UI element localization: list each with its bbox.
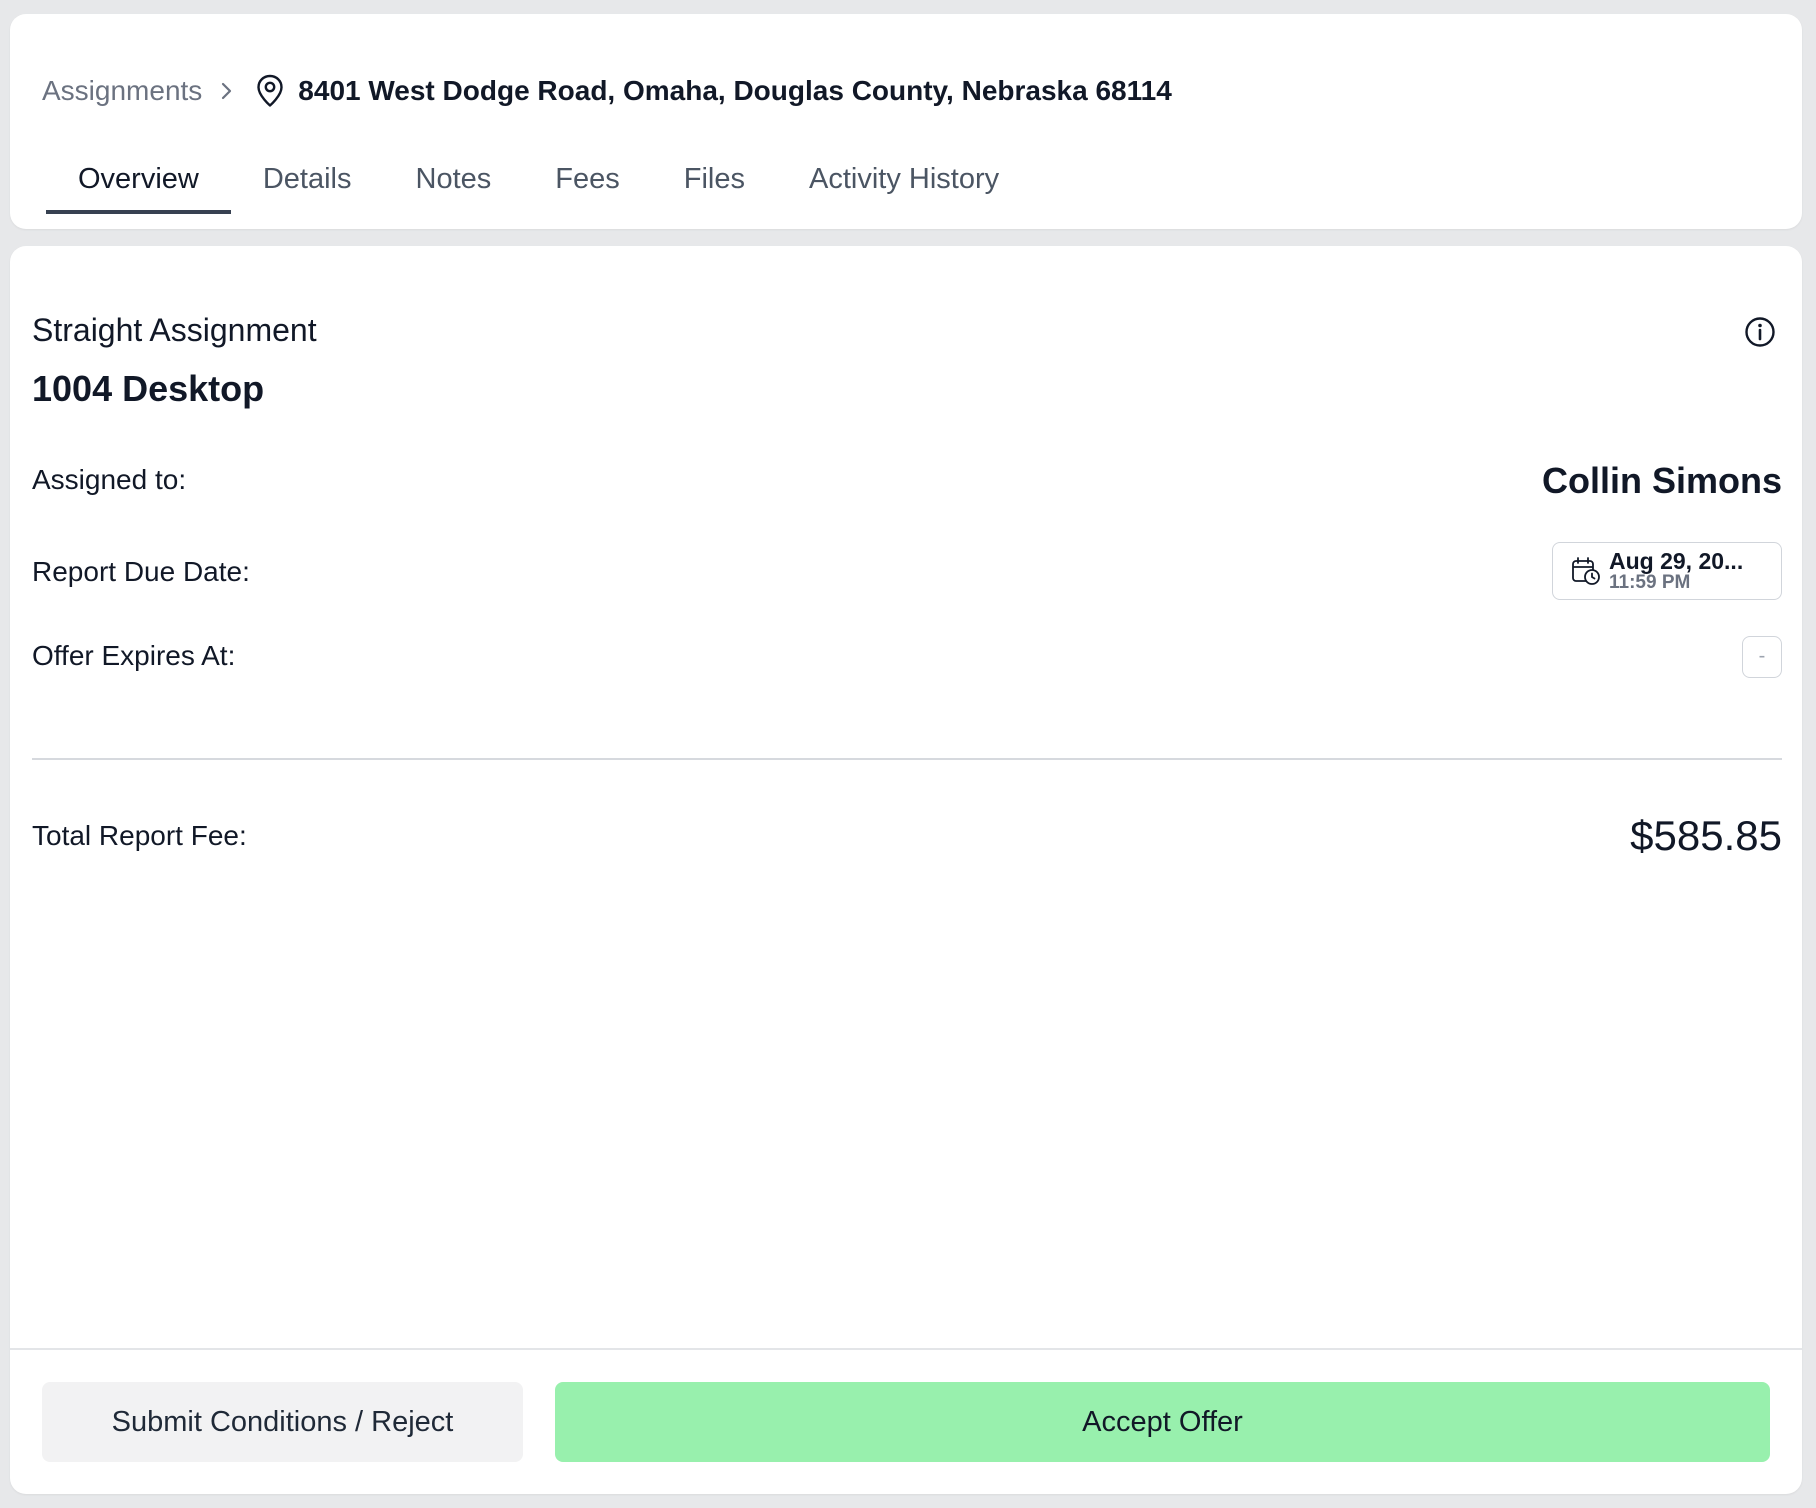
map-pin-icon [256,74,284,108]
section-divider [32,758,1782,760]
tab-fees[interactable]: Fees [523,154,651,214]
due-date-text: Aug 29, 20... 11:59 PM [1609,549,1743,593]
breadcrumb-assignments-link[interactable]: Assignments [42,75,202,107]
tab-activity-history[interactable]: Activity History [777,154,1031,214]
offer-expires-chip[interactable]: - [1742,636,1782,678]
calendar-clock-icon [1572,557,1600,585]
footer-divider [10,1348,1802,1350]
report-due-date-chip[interactable]: Aug 29, 20... 11:59 PM [1552,542,1782,600]
assignee-name: Collin Simons [1541,460,1782,501]
tab-notes[interactable]: Notes [384,154,524,214]
tab-details[interactable]: Details [231,154,384,214]
due-date-value: Aug 29, 20... [1609,548,1744,574]
tab-bar: Overview Details Notes Fees Files Activi… [46,154,1031,214]
report-due-date-label: Report Due Date: [32,556,250,587]
overview-panel [10,246,1802,1494]
accept-offer-button[interactable]: Accept Offer [555,1382,1770,1462]
chevron-right-icon [220,81,234,101]
total-report-fee-label: Total Report Fee: [32,820,247,851]
header-card: Assignments 8401 West Dodge Road, Omaha,… [10,14,1802,229]
due-time-value: 11:59 PM [1609,572,1691,593]
assigned-to-label: Assigned to: [32,464,187,495]
info-circle-icon[interactable] [1744,316,1776,348]
tab-files[interactable]: Files [652,154,777,214]
submit-conditions-reject-button[interactable]: Submit Conditions / Reject [42,1382,523,1462]
offer-expires-label: Offer Expires At: [32,640,236,671]
tab-overview[interactable]: Overview [46,154,231,214]
product-name: 1004 Desktop [32,368,265,409]
assignment-type: Straight Assignment [32,312,317,348]
total-report-fee-value: $585.85 [1630,812,1782,859]
breadcrumb: Assignments 8401 West Dodge Road, Omaha,… [42,66,1172,116]
property-address: 8401 West Dodge Road, Omaha, Douglas Cou… [298,75,1172,106]
